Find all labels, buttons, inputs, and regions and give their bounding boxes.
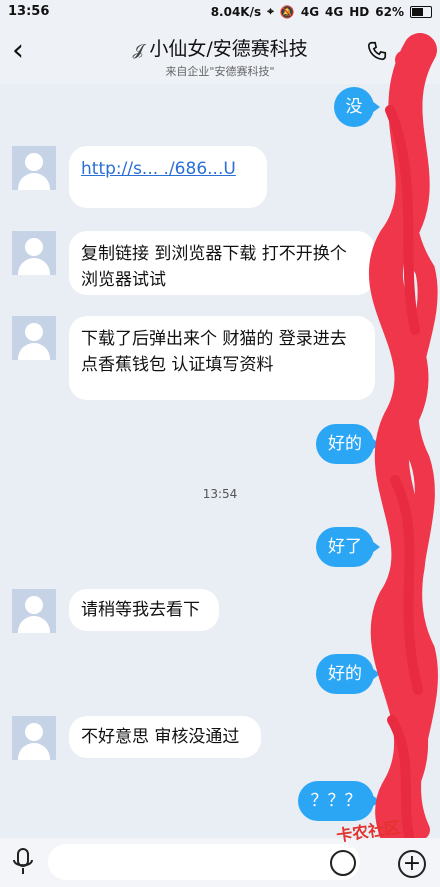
hd-badge: HD — [349, 4, 370, 19]
message-bubble-incoming[interactable]: 请稍等我去看下 — [69, 589, 219, 631]
message-bubble-outgoing[interactable]: 好的 — [316, 654, 380, 694]
message-bubble-incoming[interactable]: 不好意思 审核没通过 — [69, 716, 261, 758]
message-text: 好的 — [328, 664, 362, 684]
net-speed: 8.04K/s — [210, 4, 262, 19]
menu-icon[interactable]: ☰ — [406, 38, 426, 63]
avatar[interactable] — [12, 146, 56, 190]
signal-a: 4G — [300, 4, 320, 19]
battery-icon — [410, 5, 432, 18]
message-bubble-incoming[interactable]: 复制链接 到浏览器下载 打不开换个浏览器试试 — [69, 231, 375, 295]
avatar[interactable] — [12, 716, 56, 760]
battery-percent: 62% — [375, 4, 404, 19]
avatar[interactable] — [12, 316, 56, 360]
input-bar: + — [0, 838, 440, 887]
earpiece-icon: 𝓙 — [132, 40, 144, 59]
message-bubble-outgoing[interactable]: 好了 — [316, 527, 380, 567]
message-text: 复制链接 到浏览器下载 打不开换个浏览器试试 — [81, 244, 347, 290]
avatar[interactable] — [12, 231, 56, 275]
message-bubble-outgoing[interactable]: ？？？ — [298, 781, 380, 821]
message-link[interactable]: http://s... ./686...U — [81, 159, 236, 179]
message-text: 下载了后弹出来个 财猫的 登录进去 点香蕉钱包 认证填写资料 — [81, 329, 347, 375]
emoji-icon[interactable] — [330, 850, 356, 876]
status-time: 13:56 — [8, 4, 50, 19]
chat-title: 小仙女/安德赛科技 — [149, 38, 308, 60]
message-text: 好了 — [328, 537, 362, 557]
microphone-icon[interactable] — [12, 848, 34, 876]
chat-header: ‹ 𝓙 小仙女/安德赛科技 来自企业"安德赛科技" ☰ — [0, 26, 440, 84]
status-bar: 13:56 8.04K/s ⌖ 🔕 4G 4G HD 62% — [0, 0, 440, 26]
message-input[interactable] — [48, 844, 360, 880]
signal-b: 4G — [325, 4, 344, 19]
location-icon: ⌖ — [267, 4, 274, 18]
message-bubble-outgoing[interactable]: 没 — [334, 87, 380, 127]
avatar[interactable] — [12, 589, 56, 633]
chat-subtitle: 来自企业"安德赛科技" — [165, 65, 275, 78]
message-bubble-outgoing[interactable]: 好的 — [316, 424, 380, 464]
message-text: 请稍等我去看下 — [81, 600, 200, 620]
message-text: 不好意思 审核没通过 — [81, 727, 240, 747]
message-text: 没 — [345, 97, 363, 117]
message-bubble-incoming[interactable]: 下载了后弹出来个 财猫的 登录进去 点香蕉钱包 认证填写资料 — [69, 316, 375, 400]
phone-call-icon[interactable] — [366, 40, 388, 62]
message-text: ？？？ — [310, 791, 362, 811]
message-timestamp: 13:54 — [202, 487, 238, 501]
mute-bell-icon: 🔕 — [279, 4, 295, 19]
message-bubble-incoming[interactable]: http://s... ./686...U — [69, 146, 267, 208]
message-text: 好的 — [328, 434, 362, 454]
plus-icon[interactable]: + — [398, 850, 426, 878]
